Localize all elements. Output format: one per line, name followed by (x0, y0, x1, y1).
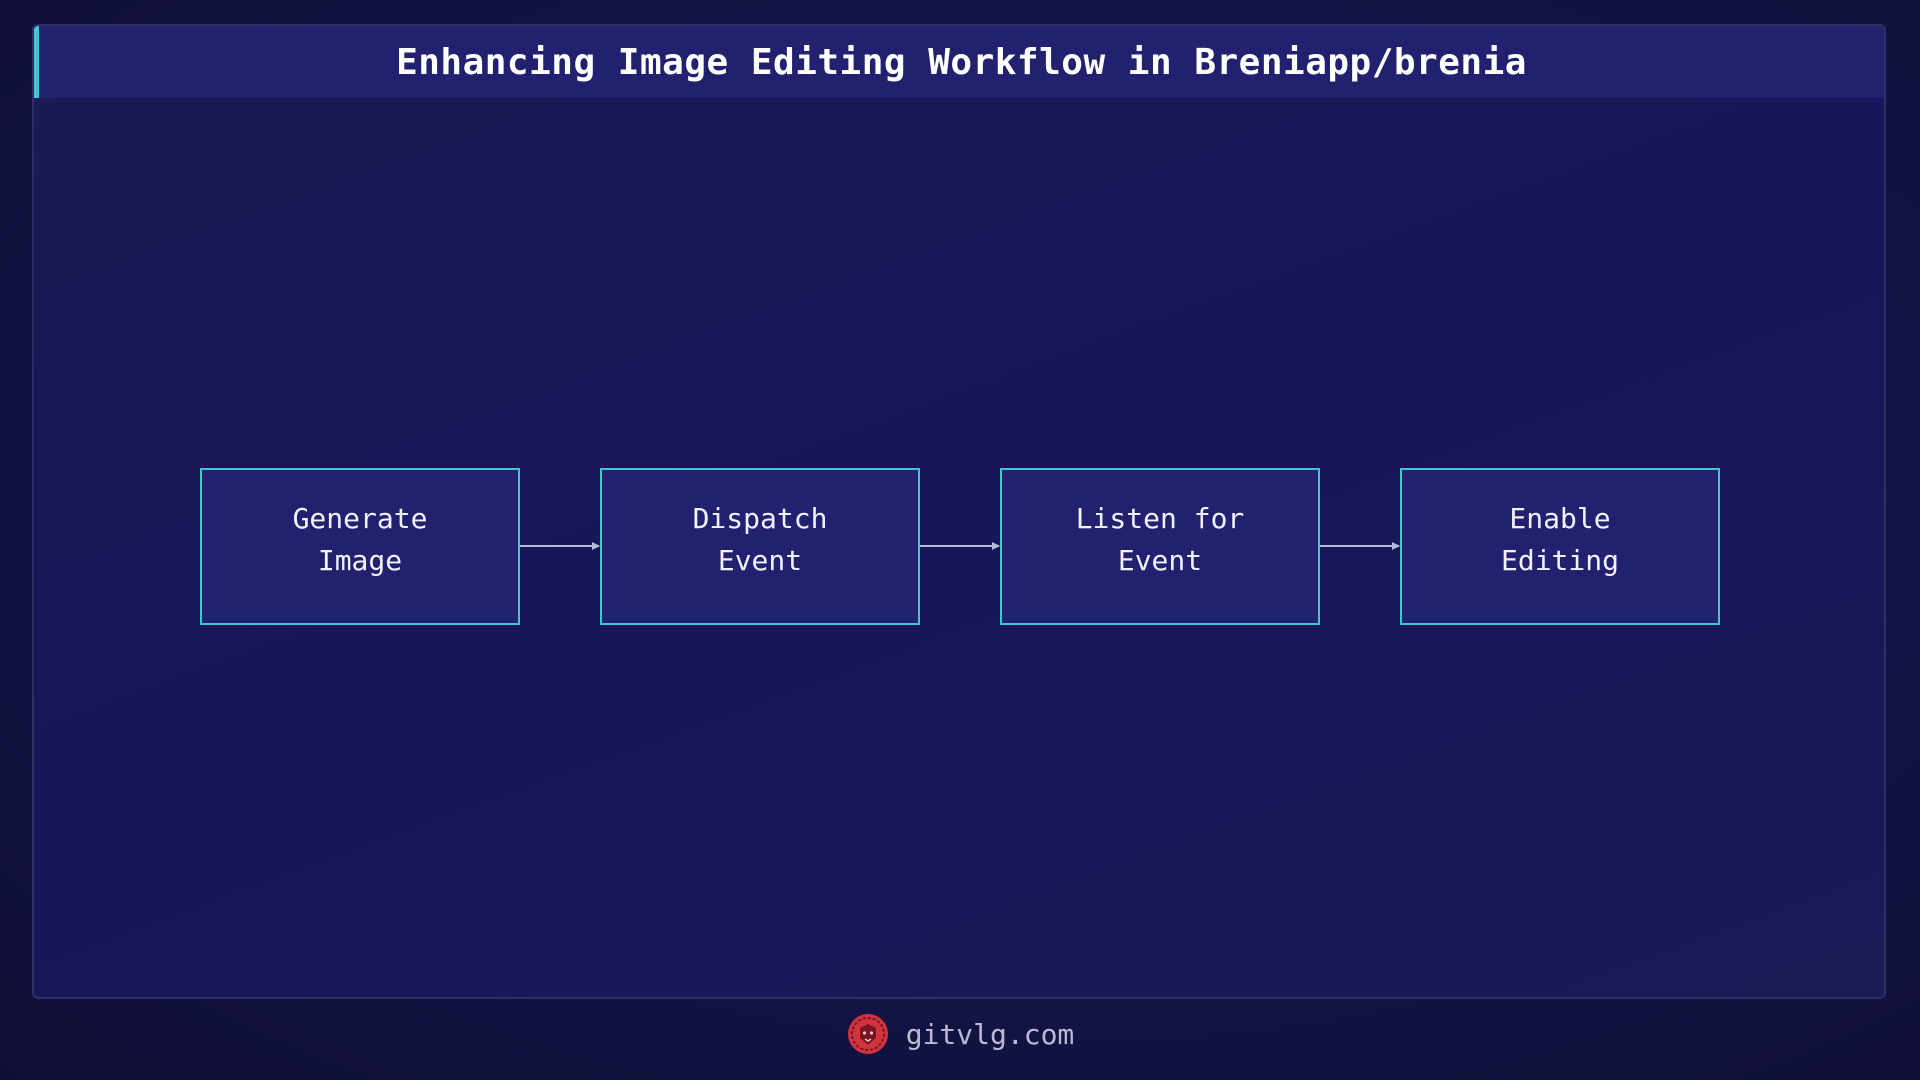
node-label: Enable Editing (1500, 501, 1619, 577)
node-listen-for-event: Listen for Event (1000, 468, 1320, 625)
node-generate-image: Generate Image (200, 468, 520, 625)
node-label: Listen for Event (1075, 501, 1245, 577)
node-label: Generate Image (292, 501, 428, 577)
flow-diagram: Generate Image Dispatch Event Listen for… (0, 0, 1920, 1080)
node-label: Dispatch Event (692, 501, 828, 577)
lion-logo-icon[interactable] (846, 1012, 890, 1056)
node-dispatch-event: Dispatch Event (600, 468, 920, 625)
site-link[interactable]: gitvlg.com (906, 1018, 1075, 1051)
footer: gitvlg.com (0, 1010, 1920, 1058)
node-enable-editing: Enable Editing (1400, 468, 1720, 625)
